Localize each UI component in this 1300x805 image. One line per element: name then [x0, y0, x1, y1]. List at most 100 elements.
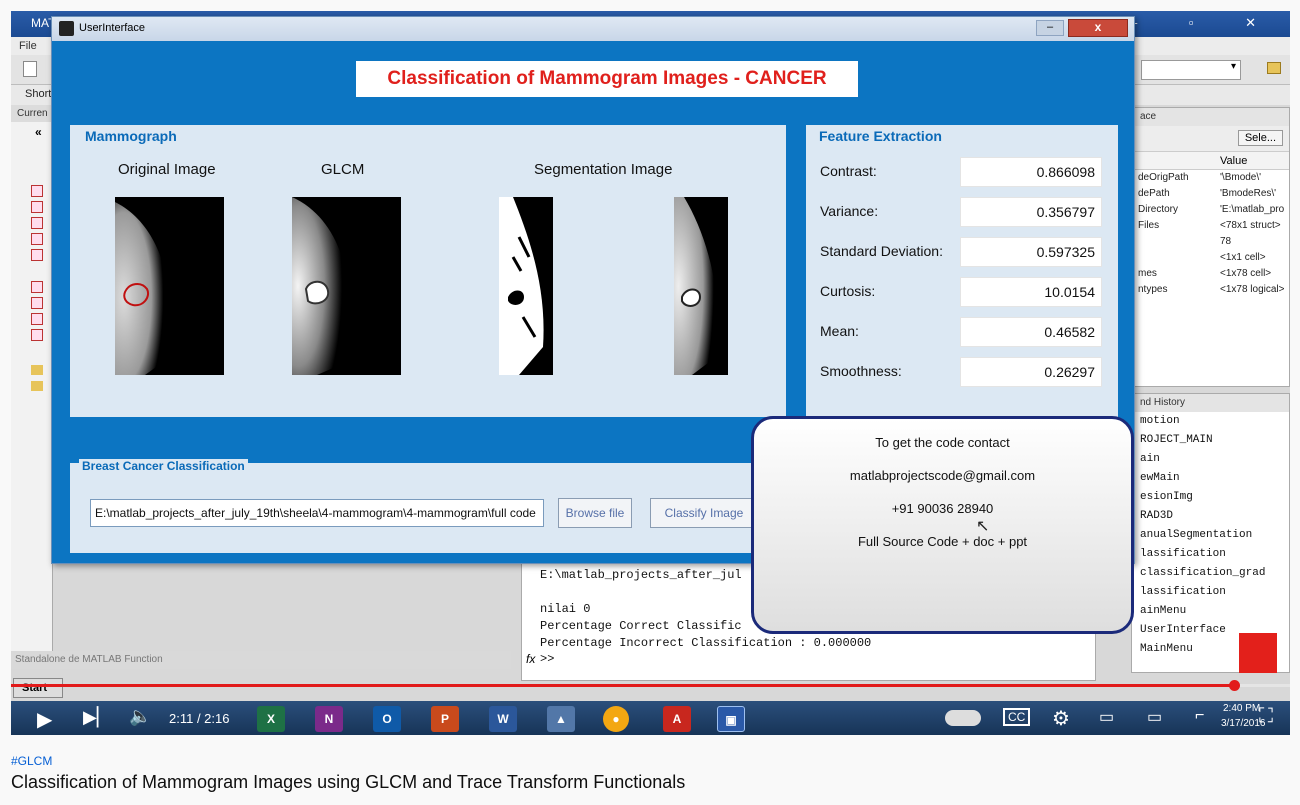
autoplay-toggle[interactable] — [945, 710, 981, 726]
classification-panel: E:\matlab_projects_after_july_19th\sheel… — [70, 463, 786, 553]
excel-icon[interactable]: X — [257, 706, 285, 732]
workspace-var-name[interactable]: deOrigPath — [1138, 172, 1189, 183]
workspace-var-value: <78x1 struct> — [1220, 220, 1281, 231]
history-item[interactable]: classification_grad — [1132, 564, 1289, 583]
feature-value-field[interactable]: 0.26297 — [960, 357, 1102, 387]
history-item[interactable]: ain — [1132, 450, 1289, 469]
browser-icon[interactable]: ● — [603, 706, 629, 732]
m-file-icon[interactable] — [31, 201, 43, 213]
m-file-icon[interactable] — [31, 313, 43, 325]
video-player[interactable]: MAT ‒ ▫ ✕ File ▾ Short Curren « ace Sele… — [11, 11, 1290, 735]
current-folder-panel: Curren « — [11, 105, 53, 665]
matlab-logo-icon — [59, 21, 74, 36]
history-item[interactable]: anualSegmentation — [1132, 526, 1289, 545]
m-file-icon[interactable] — [31, 185, 43, 197]
feature-extraction-panel: Contrast: 0.866098 Variance: 0.356797 Standa… — [806, 125, 1118, 417]
original-image — [115, 197, 224, 375]
feature-label: Standard Deviation: — [820, 243, 943, 259]
feature-value-field[interactable]: 0.356797 — [960, 197, 1102, 227]
history-item[interactable]: RAD3D — [1132, 507, 1289, 526]
history-item[interactable]: motion — [1132, 412, 1289, 431]
captions-icon[interactable]: CC — [1003, 708, 1031, 726]
history-item[interactable]: ewMain — [1132, 469, 1289, 488]
workspace-var-name[interactable]: Files — [1138, 220, 1159, 231]
outlook-icon[interactable]: O — [373, 706, 401, 732]
folder-icon[interactable] — [31, 381, 43, 391]
next-icon[interactable]: ▶▏ — [83, 707, 111, 728]
workspace-var-value: <1x1 cell> — [1220, 252, 1266, 263]
history-item[interactable]: lassification — [1132, 545, 1289, 564]
acrobat-icon[interactable]: A — [663, 706, 691, 732]
select-data-button[interactable]: Sele... — [1237, 130, 1283, 146]
path-dropdown[interactable]: ▾ — [1141, 60, 1241, 80]
contact-offer: Full Source Code + doc + ppt — [857, 534, 1028, 549]
cast-icon[interactable]: ⌐ — [1195, 707, 1204, 725]
app-title: Classification of Mammogram Images - CAN… — [356, 61, 858, 97]
command-output-line: Percentage Correct Classific — [540, 619, 742, 633]
workspace-var-name[interactable]: ntypes — [1138, 284, 1167, 295]
m-file-icon[interactable] — [31, 281, 43, 293]
ui-window-title: UserInterface — [79, 22, 146, 34]
clock-time: 2:40 PM — [1223, 703, 1261, 714]
value-column-header[interactable]: Value — [1220, 155, 1247, 167]
history-item[interactable]: ainMenu — [1132, 602, 1289, 621]
onenote-icon[interactable]: N — [315, 706, 343, 732]
feature-value-field[interactable]: 0.46582 — [960, 317, 1102, 347]
feature-label: Curtosis: — [820, 283, 876, 299]
minimize-button[interactable]: ‒ — [1036, 20, 1064, 36]
history-item[interactable]: esionImg — [1132, 488, 1289, 507]
ui-taskbar-icon[interactable]: ▣ — [717, 706, 745, 732]
workspace-var-value: 'BmodeRes\' — [1220, 188, 1277, 199]
powerpoint-icon[interactable]: P — [431, 706, 459, 732]
workspace-var-name[interactable]: dePath — [1138, 188, 1170, 199]
command-output-line: E:\matlab_projects_after_jul — [540, 568, 742, 582]
mammograph-legend: Mammograph — [82, 128, 180, 144]
history-item[interactable]: ROJECT_MAIN — [1132, 431, 1289, 450]
m-file-icon[interactable] — [31, 249, 43, 261]
workspace-var-name[interactable]: Directory — [1138, 204, 1178, 215]
nav-back-button[interactable]: « — [35, 125, 42, 139]
settings-gear-icon[interactable]: ⚙ — [1052, 706, 1070, 731]
segmentation-binary-image — [499, 197, 553, 375]
glcm-label: GLCM — [321, 161, 365, 178]
m-file-icon[interactable] — [31, 233, 43, 245]
folder-icon[interactable] — [1267, 62, 1281, 74]
m-file-icon[interactable] — [31, 217, 43, 229]
classify-image-button[interactable]: Classify Image — [650, 498, 758, 528]
video-hashtag[interactable]: #GLCM — [11, 754, 52, 768]
folder-icon[interactable] — [31, 365, 43, 375]
word-icon[interactable]: W — [489, 706, 517, 732]
fullscreen-icon[interactable]: ⛶ — [1259, 705, 1273, 728]
history-item[interactable]: lassification — [1132, 583, 1289, 602]
close-button[interactable]: x — [1068, 19, 1128, 37]
file-path-field[interactable]: E:\matlab_projects_after_july_19th\sheel… — [90, 499, 544, 527]
m-file-icon[interactable] — [31, 297, 43, 309]
workspace-var-name[interactable]: mes — [1138, 268, 1157, 279]
command-output-line: Percentage Incorrect Classification : 0.… — [540, 636, 872, 650]
start-button[interactable]: Start — [13, 678, 63, 698]
time-display: 2:11 / 2:16 — [169, 711, 230, 726]
contact-heading: To get the code contact — [875, 435, 1010, 450]
current-folder-header: Curren — [11, 105, 52, 122]
command-history-list: motion ROJECT_MAIN ain ewMain esionImg RAD3D a… — [1132, 412, 1289, 659]
feature-value-field[interactable]: 10.0154 — [960, 277, 1102, 307]
miniplayer-icon[interactable]: ▭ — [1099, 707, 1114, 727]
matlab-window-controls[interactable]: ‒ ▫ ✕ — [1130, 15, 1280, 31]
workspace-var-value: '\Bmode\' — [1220, 172, 1262, 183]
command-prompt[interactable]: >> — [540, 652, 554, 666]
play-icon[interactable]: ▶ — [37, 707, 52, 732]
volume-icon[interactable]: 🔈 — [129, 706, 151, 727]
feature-label: Variance: — [820, 203, 879, 219]
browse-file-button[interactable]: Browse file — [558, 498, 632, 528]
feature-label: Mean: — [820, 323, 859, 339]
feature-value-field[interactable]: 0.866098 — [960, 157, 1102, 187]
theater-mode-icon[interactable]: ▭ — [1147, 707, 1162, 727]
m-file-icon[interactable] — [31, 329, 43, 341]
channel-watermark — [1239, 633, 1277, 673]
new-file-icon[interactable] — [23, 61, 37, 77]
video-progress-bar[interactable] — [11, 680, 1290, 691]
progress-scrubber[interactable] — [1228, 680, 1240, 691]
workspace-header: ace — [1132, 108, 1289, 126]
feature-value-field[interactable]: 0.597325 — [960, 237, 1102, 267]
matlab-taskbar-icon[interactable]: ▲ — [547, 706, 575, 732]
